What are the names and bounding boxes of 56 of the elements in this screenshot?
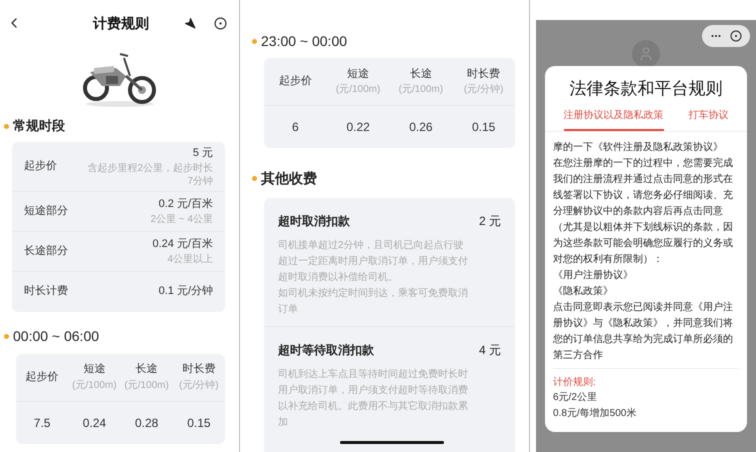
rules-title: 计价规则: bbox=[553, 376, 597, 390]
fee-amount: 4 元 bbox=[478, 342, 501, 359]
section-title: 常规时段 bbox=[13, 117, 65, 136]
table-unit: (元/100m) bbox=[398, 83, 444, 98]
table-header: 起步价 bbox=[278, 74, 312, 90]
row-value: 0.2 元/百米 bbox=[158, 197, 213, 212]
section-title: 23:00 ~ 00:00 bbox=[261, 32, 348, 50]
fee-description: 司机接单超过2分钟，且司机已向起点行驶超过一定距离时用户取消订单，用户须支付超时取消费以补偿给司机。 bbox=[278, 238, 468, 285]
fee-name: 超时等待取消扣款 bbox=[278, 342, 374, 359]
agreement-text: 摩的一下《软件注册及隐私政策协议》 bbox=[553, 140, 724, 154]
table-cell-text: 0.15 bbox=[187, 414, 211, 432]
table-cell-text: 7.5 bbox=[34, 414, 50, 432]
agreement-text: 在您注册摩的一下的过程中，您需要完成我们的注册流程并通过点击同意的形式在线签署以下协议，请您务必仔细阅读、充分理解协议中的条款内容后再点击同意（尤其是以粗体并下划线标识的条款，因为这些条款可能会明确您应履行的义务或对您的权利有所限制）： bbox=[553, 156, 734, 266]
section-title: 00:00 ~ 06:00 bbox=[13, 327, 100, 346]
table-header: 短途 bbox=[83, 362, 106, 378]
rule-text: 0.8元/每增加500米 bbox=[553, 406, 638, 420]
table-cell-text: 0.26 bbox=[409, 119, 433, 136]
table-cell-text: 0.24 bbox=[82, 414, 106, 432]
table-unit: (元/100m) bbox=[72, 378, 117, 393]
row-note: 含起步里程2公里，起步时长7分钟 bbox=[86, 162, 213, 188]
table-header: 短途 bbox=[347, 66, 370, 82]
fee-description: 司机到达上车点且等待时间超过免费时长时用户取消订单，用户须支付超时等待取消费以补充给司机。此费用不与其它取消扣款累加 bbox=[278, 368, 468, 430]
table-cell-text: 0.28 bbox=[134, 414, 158, 432]
table-header: 长途 bbox=[410, 66, 432, 82]
section-title: 其他收费 bbox=[261, 168, 317, 188]
page-title: 计费规则 bbox=[92, 14, 150, 32]
fee-amount: 2 元 bbox=[478, 213, 501, 230]
dialog-title: 法律条款和平台规则 bbox=[568, 78, 724, 100]
dialog-tab[interactable]: 打车协议 bbox=[688, 108, 728, 130]
row-note: 4公里以上 bbox=[167, 252, 213, 266]
table-header: 起步价 bbox=[26, 370, 59, 385]
table-unit: (元/100m) bbox=[336, 83, 380, 98]
row-value: 0.1 元/分钟 bbox=[158, 284, 213, 300]
row-note: 2公里 ~ 4公里 bbox=[150, 212, 213, 226]
table-cell-text: 6 bbox=[292, 119, 299, 136]
row-label: 短途部分 bbox=[24, 204, 69, 219]
row-value: 0.24 元/百米 bbox=[152, 237, 213, 252]
row-label: 时长计费 bbox=[24, 284, 69, 300]
rule-text: 6元/2公里 bbox=[553, 390, 598, 404]
fee-description: 如司机未按约定时间到达，乘客可免费取消订单 bbox=[278, 286, 468, 317]
table-header: 长途 bbox=[136, 362, 158, 378]
fee-name: 超时取消扣款 bbox=[278, 213, 350, 230]
table-unit: (元/分钟) bbox=[464, 82, 504, 98]
table-cell-text: 0.22 bbox=[346, 119, 370, 136]
agreement-text: 《用户注册协议》 bbox=[553, 268, 634, 282]
table-cell-text: 0.15 bbox=[472, 119, 496, 136]
dialog-tab[interactable]: 注册协议以及隐私政策 bbox=[564, 108, 664, 130]
row-label: 起步价 bbox=[24, 159, 58, 174]
agreement-text: 点击同意即表示您已阅读并同意《用户注册协议》与《隐私政策》，并同意我们将您的订单信息共享给为完成订单所必须的第三方合作 bbox=[553, 300, 734, 362]
table-unit: (元/分钟) bbox=[179, 378, 219, 393]
row-label: 长途部分 bbox=[24, 244, 69, 259]
table-header: 时长费 bbox=[467, 66, 500, 82]
row-value: 5 元 bbox=[192, 146, 213, 161]
agreement-text: 《隐私政策》 bbox=[553, 284, 614, 298]
table-header: 时长费 bbox=[182, 362, 216, 378]
table-unit: (元/100m) bbox=[124, 378, 169, 393]
